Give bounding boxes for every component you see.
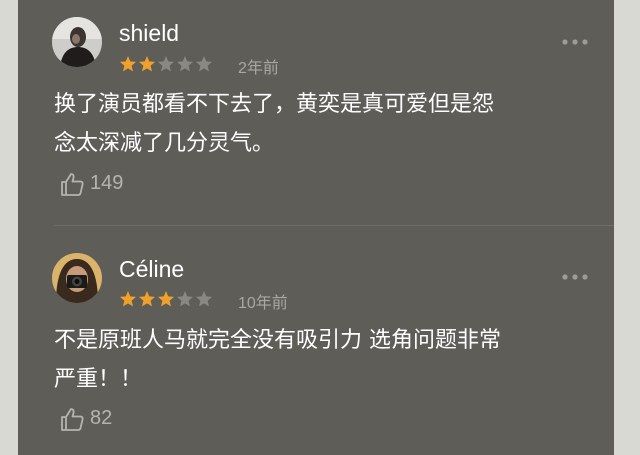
comment-text: 换了演员都看不下去了，黄奕是真可爱但是怨 念太深减了几分灵气。 (54, 92, 495, 156)
star-filled-icon (120, 56, 136, 72)
post-time: 10年前 (238, 295, 288, 312)
star-filled-icon (139, 291, 155, 307)
star-filled-icon (139, 56, 155, 72)
like-count: 82 (90, 407, 113, 429)
thumbs-up-icon (61, 408, 84, 431)
username[interactable]: shield (119, 20, 179, 47)
user-avatar[interactable] (52, 253, 102, 303)
like-button[interactable]: 149 (59, 171, 123, 199)
star-empty-icon (196, 291, 212, 307)
star-empty-icon (196, 56, 212, 72)
more-options-icon[interactable] (561, 38, 589, 46)
camera-girl-icon (52, 253, 102, 303)
post-time: 2年前 (238, 60, 279, 77)
star-filled-icon (120, 291, 136, 307)
star-empty-icon (177, 291, 193, 307)
user-avatar[interactable] (52, 17, 102, 67)
comment-text: 不是原班人马就完全没有吸引力 选角问题非常 严重！！ (54, 328, 501, 392)
comment-list: shield 2年前 换了演员都看不下去了，黄奕是真可爱但是怨 念太深减了几分灵… (18, 0, 614, 455)
star-empty-icon (177, 56, 193, 72)
username[interactable]: Céline (119, 256, 184, 283)
like-button[interactable]: 82 (59, 406, 112, 434)
star-filled-icon (158, 291, 174, 307)
man-portrait-icon (52, 17, 102, 67)
more-options-icon[interactable] (561, 273, 589, 281)
divider (54, 225, 614, 226)
star-empty-icon (158, 56, 174, 72)
like-count: 149 (90, 172, 124, 194)
thumbs-up-icon (61, 173, 84, 196)
